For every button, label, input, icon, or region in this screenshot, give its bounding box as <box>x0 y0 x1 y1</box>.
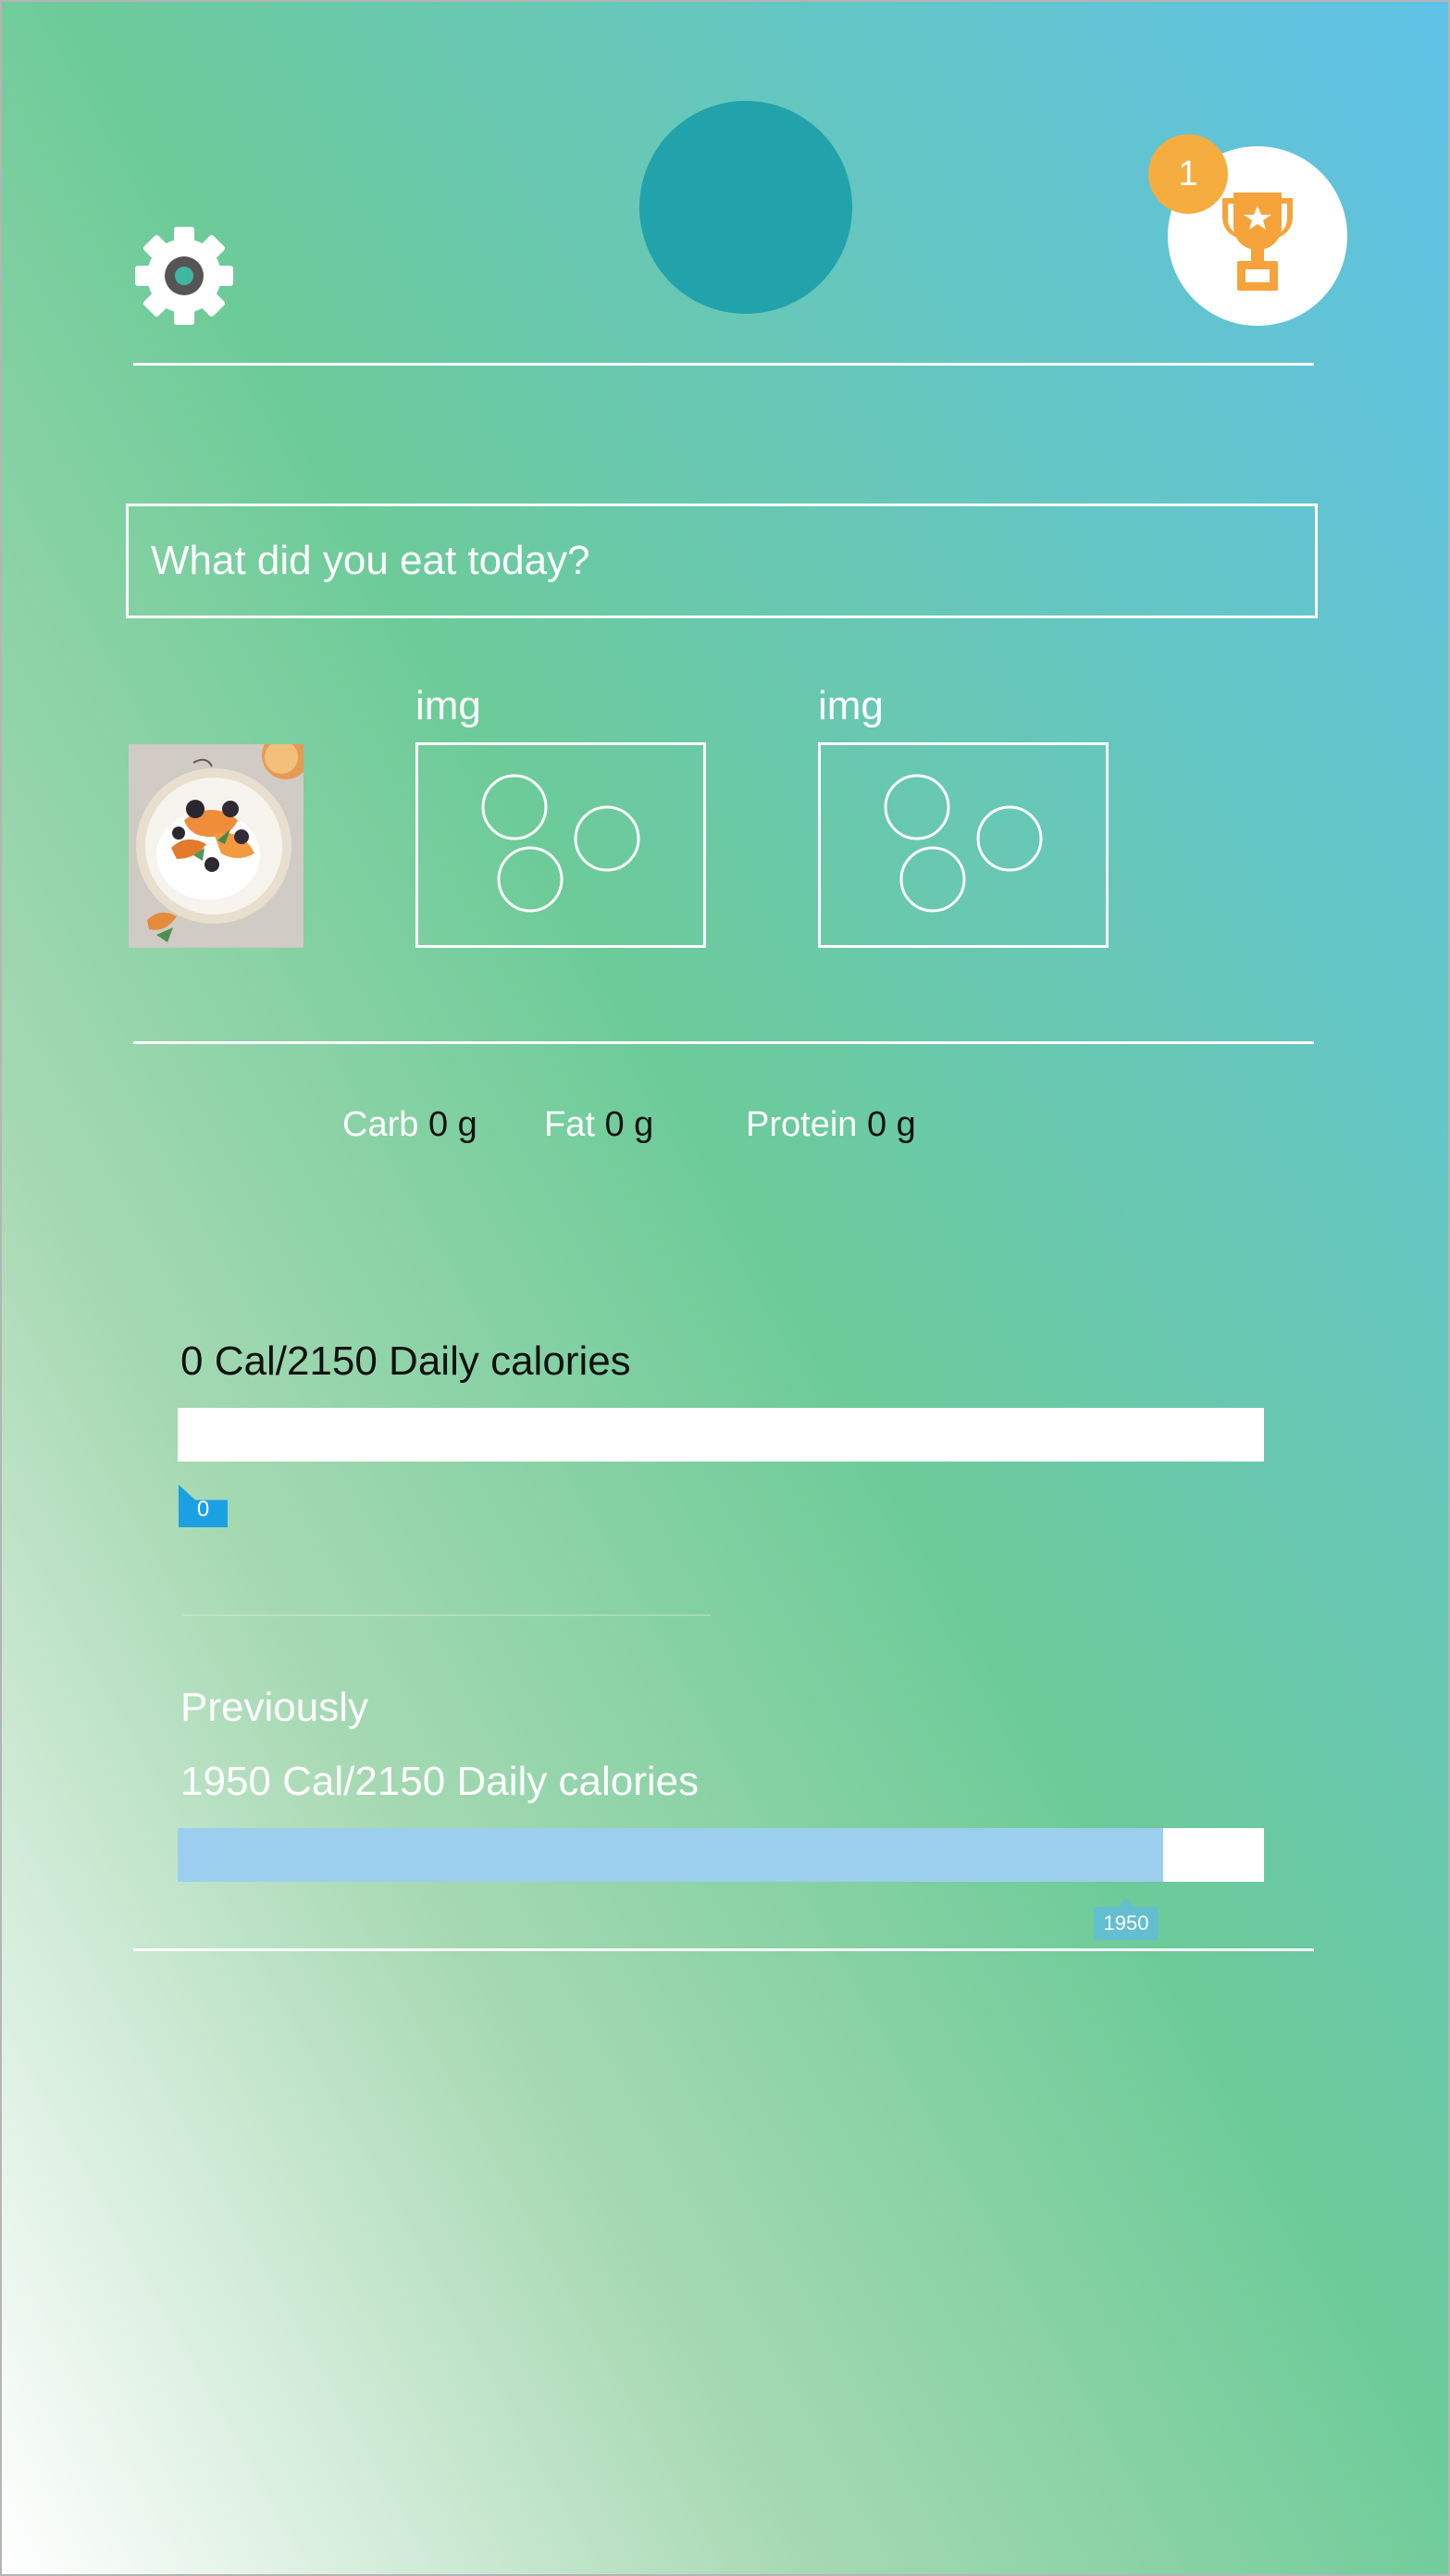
image-placeholder-label: img <box>818 683 884 728</box>
app-screen: 1 img <box>0 0 1450 2576</box>
previously-heading: Previously <box>180 1685 368 1730</box>
achievement-count-badge: 1 <box>1148 134 1228 214</box>
section-separator <box>183 1614 711 1616</box>
bottom-divider <box>133 1948 1314 1951</box>
gear-icon[interactable] <box>133 225 235 327</box>
images-divider <box>133 1041 1314 1044</box>
macro-protein-value: 0 g <box>866 1105 916 1144</box>
macro-fat-label: Fat <box>544 1105 595 1144</box>
food-photo[interactable] <box>129 744 304 948</box>
image-placeholder[interactable] <box>818 742 1109 948</box>
previous-calories-marker: 1950 <box>1094 1898 1159 1940</box>
food-search-input[interactable] <box>126 504 1318 618</box>
macro-protein-label: Protein <box>746 1105 858 1144</box>
macro-carb-label: Carb <box>342 1105 419 1144</box>
today-calories-bar <box>178 1408 1264 1462</box>
previous-calories-summary: 1950 Cal/2150 Daily calories <box>180 1759 700 1804</box>
previous-calories-bar <box>178 1828 1264 1882</box>
macro-protein: Protein 0 g <box>746 1105 916 1145</box>
today-calories-marker: 0 <box>179 1485 228 1527</box>
macro-fat: Fat 0 g <box>544 1105 653 1145</box>
macro-carb: Carb 0 g <box>342 1105 477 1145</box>
profile-avatar[interactable] <box>639 101 852 314</box>
macro-fat-value: 0 g <box>604 1105 654 1144</box>
previous-calories-fill <box>178 1828 1163 1882</box>
today-calories-summary: 0 Cal/2150 Daily calories <box>180 1338 631 1384</box>
macro-carb-value: 0 g <box>428 1105 477 1144</box>
header-divider <box>133 363 1314 366</box>
image-placeholder[interactable] <box>415 742 706 948</box>
image-placeholder-label: img <box>415 683 481 728</box>
trophy-icon <box>1222 193 1293 291</box>
